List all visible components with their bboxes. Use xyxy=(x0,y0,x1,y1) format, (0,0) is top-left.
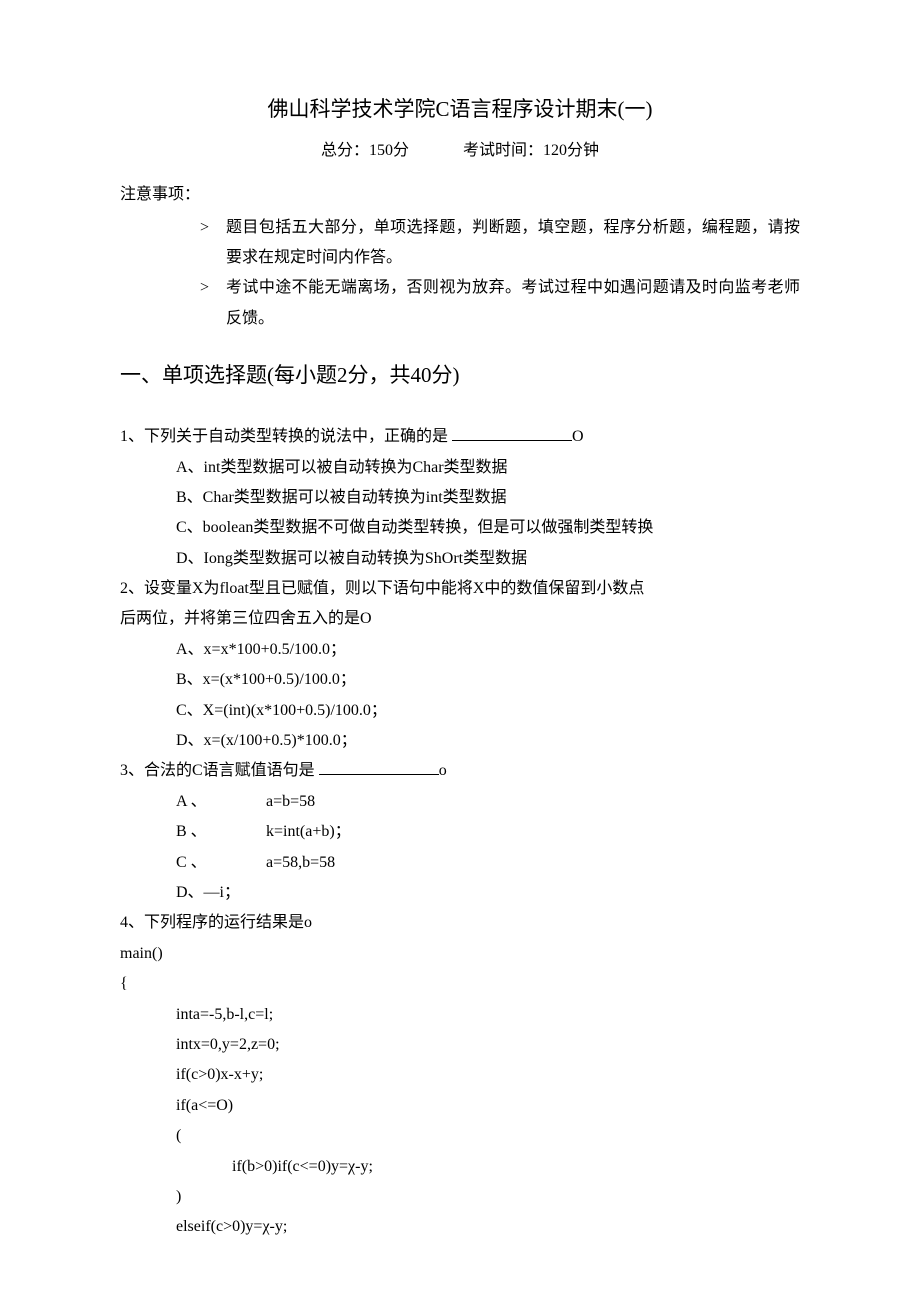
question-stem: 2、设变量X为float型且已赋值，则以下语句中能将X中的数值保留到小数点 xyxy=(120,574,800,604)
question-stem: 4、下列程序的运行结果是o xyxy=(120,908,800,938)
code-line: elseif(c>0)y=χ-y; xyxy=(120,1212,800,1242)
question-stem: 3、合法的C语言赋值语句是 o xyxy=(120,756,800,786)
blank xyxy=(452,424,572,441)
code-line: intx=0,y=2,z=0; xyxy=(120,1030,800,1060)
question-4: 4、下列程序的运行结果是o main() { inta=-5,b-l,c=l; … xyxy=(120,908,800,1242)
page-title: 佛山科学技术学院C语言程序设计期末(一) xyxy=(120,90,800,130)
option-b: B 、k=int(a+b)； xyxy=(176,817,800,847)
notice-list: 题目包括五大部分，单项选择题，判断题，填空题，程序分析题，编程题，请按要求在规定… xyxy=(120,213,800,335)
option-b: B、x=(x*100+0.5)/100.0； xyxy=(176,665,800,695)
exam-time: 考试时间：120分钟 xyxy=(463,142,599,159)
section-heading: 一、单项选择题(每小题2分，共40分) xyxy=(120,356,800,396)
question-1: 1、下列关于自动类型转换的说法中，正确的是 O A、int类型数据可以被自动转换… xyxy=(120,422,800,574)
option-label: B 、 xyxy=(176,817,266,847)
code-line: main() xyxy=(120,939,800,969)
option-a: A、int类型数据可以被自动转换为Char类型数据 xyxy=(176,453,800,483)
option-d: D、—i； xyxy=(176,878,800,908)
option-c: C、X=(int)(x*100+0.5)/100.0； xyxy=(176,696,800,726)
option-value: a=58,b=58 xyxy=(266,854,335,871)
question-3: 3、合法的C语言赋值语句是 o A 、a=b=58 B 、k=int(a+b)；… xyxy=(120,756,800,908)
code-line: { xyxy=(120,969,800,999)
code-line: if(b>0)if(c<=0)y=χ-y; xyxy=(120,1152,800,1182)
code-block: main() { inta=-5,b-l,c=l; intx=0,y=2,z=0… xyxy=(120,939,800,1243)
notice-item: 题目包括五大部分，单项选择题，判断题，填空题，程序分析题，编程题，请按要求在规定… xyxy=(200,213,800,274)
option-a: A 、a=b=58 xyxy=(176,787,800,817)
option-value: a=b=58 xyxy=(266,793,315,810)
stem-text: 3、合法的C语言赋值语句是 xyxy=(120,762,319,779)
option-d: D、x=(x/100+0.5)*100.0； xyxy=(176,726,800,756)
option-label: C 、 xyxy=(176,848,266,878)
options: A 、a=b=58 B 、k=int(a+b)； C 、a=58,b=58 D、… xyxy=(120,787,800,909)
option-d: D、Iong类型数据可以被自动转换为ShOrt类型数据 xyxy=(176,544,800,574)
notice-item: 考试中途不能无端离场，否则视为放弃。考试过程中如遇问题请及时向监考老师反馈。 xyxy=(200,273,800,334)
code-line: if(c>0)x-x+y; xyxy=(120,1060,800,1090)
stem-suffix: O xyxy=(572,428,584,445)
question-stem-cont: 后两位，并将第三位四舍五入的是O xyxy=(120,604,800,634)
options: A、x=x*100+0.5/100.0； B、x=(x*100+0.5)/100… xyxy=(120,635,800,757)
option-b: B、Char类型数据可以被自动转换为int类型数据 xyxy=(176,483,800,513)
total-score: 总分：150分 xyxy=(321,142,409,159)
option-value: k=int(a+b)； xyxy=(266,823,351,840)
option-label: A 、 xyxy=(176,787,266,817)
stem-suffix: o xyxy=(439,762,447,779)
subtitle: 总分：150分 考试时间：120分钟 xyxy=(120,136,800,166)
question-2: 2、设变量X为float型且已赋值，则以下语句中能将X中的数值保留到小数点 后两… xyxy=(120,574,800,756)
notice-label: 注意事项： xyxy=(120,180,800,210)
option-c: C、boolean类型数据不可做自动类型转换，但是可以做强制类型转换 xyxy=(176,513,800,543)
stem-text: 1、下列关于自动类型转换的说法中，正确的是 xyxy=(120,428,452,445)
code-line: inta=-5,b-l,c=l; xyxy=(120,1000,800,1030)
option-a: A、x=x*100+0.5/100.0； xyxy=(176,635,800,665)
code-line: ( xyxy=(120,1121,800,1151)
code-line: if(a<=O) xyxy=(120,1091,800,1121)
blank xyxy=(319,758,439,775)
code-line: ) xyxy=(120,1182,800,1212)
option-c: C 、a=58,b=58 xyxy=(176,848,800,878)
question-stem: 1、下列关于自动类型转换的说法中，正确的是 O xyxy=(120,422,800,452)
options: A、int类型数据可以被自动转换为Char类型数据 B、Char类型数据可以被自… xyxy=(120,453,800,575)
